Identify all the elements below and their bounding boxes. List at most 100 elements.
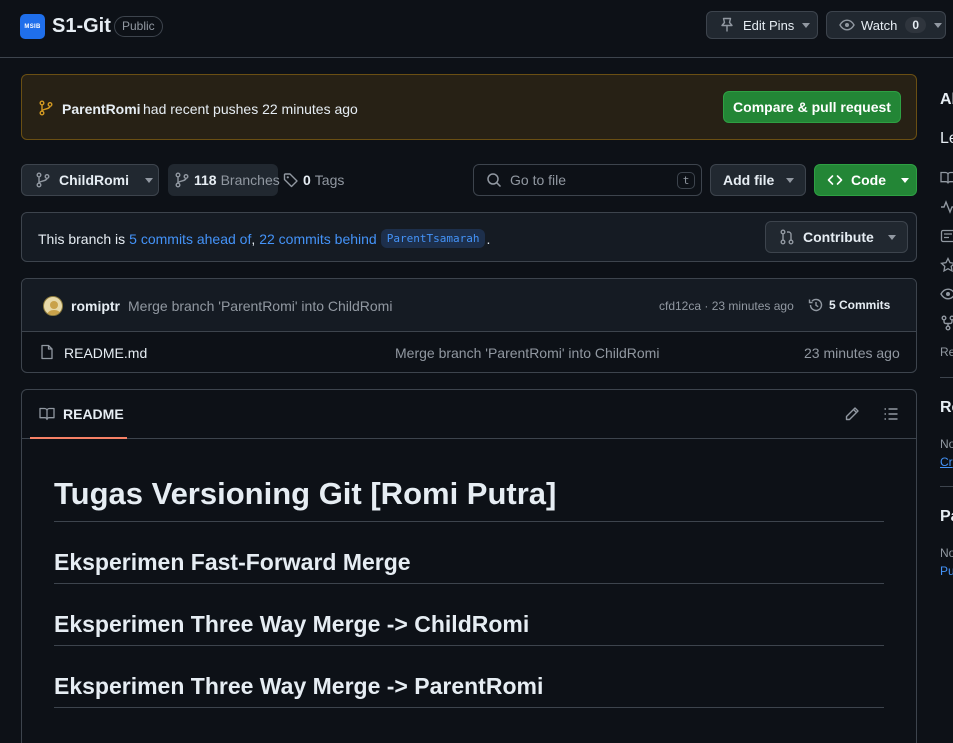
file-icon [39, 344, 55, 360]
commit-time: 23 minutes ago [711, 299, 794, 313]
shortcut-key: t [677, 172, 695, 189]
commits-label: 5 Commits [829, 298, 891, 312]
watch-count: 0 [905, 17, 927, 33]
repo-logo[interactable]: MSIB [20, 14, 45, 39]
code-icon [827, 172, 843, 188]
h2-divider [54, 707, 884, 708]
watch-label: Watch [861, 17, 898, 33]
h2-divider [54, 645, 884, 646]
repo-logo-text: MSIB [24, 23, 41, 30]
chevron-down-icon [901, 177, 909, 183]
status-prefix: This branch is [38, 230, 126, 247]
edit-pins-button[interactable]: Edit Pins [706, 11, 818, 39]
about-title: Ab [940, 91, 953, 108]
about-description: Le [940, 130, 953, 147]
readme-link-icon[interactable] [940, 170, 953, 186]
watch-button[interactable]: Watch 0 [826, 11, 946, 39]
publish-package-link[interactable]: Pu [940, 564, 953, 578]
commits-ahead-link[interactable]: 5 commits ahead of [129, 231, 251, 247]
pin-icon [719, 17, 735, 33]
outline-list-icon[interactable] [883, 406, 899, 422]
file-name[interactable]: README.md [64, 345, 147, 361]
readme-h2: Eksperimen Three Way Merge -> ParentRomi [54, 673, 544, 699]
contribute-button[interactable]: Contribute [765, 221, 908, 253]
readme-panel: README Tugas Versioning Git [Romi Putra]… [21, 389, 917, 743]
add-file-label: Add file [723, 172, 775, 188]
current-branch-label: ChildRomi [59, 172, 129, 188]
tags-count: 0 [303, 172, 311, 188]
status-separator: , [251, 230, 256, 247]
sidebar-divider [940, 486, 953, 487]
branch-status-bar: This branch is 5 commits ahead of , 22 c… [21, 212, 917, 262]
fork-icon[interactable] [940, 315, 953, 331]
branches-link[interactable]: 118 Branches [168, 164, 280, 196]
tag-icon [283, 172, 299, 188]
releases-title[interactable]: Re [940, 399, 953, 417]
file-listing: romiptr Merge branch 'ParentRomi' into C… [21, 278, 917, 373]
packages-title[interactable]: Pa [940, 508, 953, 526]
banner-branch[interactable]: ParentRomi [62, 101, 141, 117]
activity-icon[interactable] [940, 199, 953, 215]
readme-h2: Eksperimen Three Way Merge -> ChildRomi [54, 611, 530, 637]
add-file-button[interactable]: Add file [710, 164, 806, 196]
avatar[interactable] [43, 296, 63, 316]
file-commit-message[interactable]: Merge branch 'ParentRomi' into ChildRomi [395, 345, 659, 361]
chevron-down-icon [887, 234, 896, 240]
h2-divider [54, 583, 884, 584]
eye-icon[interactable] [940, 286, 953, 302]
readme-tab-label: README [63, 405, 124, 422]
repo-name[interactable]: S1-Git [52, 15, 111, 38]
chevron-down-icon [934, 22, 943, 28]
star-icon[interactable] [940, 257, 953, 273]
tags-link[interactable]: 0 Tags [283, 164, 344, 196]
chevron-down-icon [145, 177, 153, 183]
visibility-badge: Public [114, 16, 163, 37]
edit-pins-label: Edit Pins [743, 17, 795, 33]
branch-status-text: This branch is 5 commits ahead of , 22 c… [38, 229, 490, 248]
tags-label: Tags [314, 172, 345, 188]
report-link[interactable]: Re [940, 345, 953, 359]
code-label: Code [851, 172, 886, 188]
compare-pull-request-button[interactable]: Compare & pull request [723, 91, 901, 123]
custom-properties-icon[interactable] [940, 228, 953, 244]
status-suffix: . [486, 230, 491, 247]
history-icon [808, 297, 824, 313]
branch-selector[interactable]: ChildRomi [21, 164, 159, 196]
branches-label: Branches [220, 172, 280, 188]
file-time: 23 minutes ago [804, 345, 900, 361]
sidebar-divider [940, 377, 953, 378]
chevron-down-icon [802, 22, 811, 28]
create-release-link[interactable]: Cr [940, 455, 953, 469]
banner-message: had recent pushes 22 minutes ago [143, 101, 358, 117]
commit-message[interactable]: Merge branch 'ParentRomi' into ChildRomi [128, 298, 392, 314]
chevron-down-icon [786, 177, 795, 183]
search-icon [486, 172, 502, 188]
branch-icon [38, 100, 54, 116]
latest-commit-row: romiptr Merge branch 'ParentRomi' into C… [22, 279, 916, 332]
branch-icon [35, 172, 51, 188]
pencil-icon[interactable] [844, 406, 860, 422]
branch-icon [174, 172, 190, 188]
packages-text: No [940, 546, 953, 560]
contribute-label: Contribute [803, 229, 874, 245]
commits-history-link[interactable]: 5 Commits [808, 297, 890, 313]
releases-text: No [940, 437, 953, 451]
commit-hash[interactable]: cfd12ca [659, 299, 701, 313]
base-branch-badge[interactable]: ParentTsamarah [380, 229, 486, 248]
commit-author[interactable]: romiptr [71, 298, 120, 314]
code-button[interactable]: Code [814, 164, 917, 196]
commit-dot: · [704, 299, 709, 313]
readme-header: README [22, 390, 916, 439]
h1-divider [54, 521, 884, 522]
file-row[interactable]: README.md Merge branch 'ParentRomi' into… [22, 332, 916, 372]
sidebar: Ab Le Re Re No Cr Pa No Pu [940, 60, 953, 743]
branches-count: 118 [194, 172, 217, 188]
go-to-file-input[interactable]: Go to file t [473, 164, 702, 196]
search-placeholder: Go to file [510, 172, 567, 188]
book-icon [39, 406, 55, 422]
readme-tab[interactable]: README [30, 390, 127, 439]
commits-behind-link[interactable]: 22 commits behind [259, 231, 377, 247]
commit-meta: cfd12ca · 23 minutes ago [659, 299, 794, 313]
recent-push-banner: ParentRomi had recent pushes 22 minutes … [21, 74, 917, 140]
eye-icon [839, 17, 855, 33]
